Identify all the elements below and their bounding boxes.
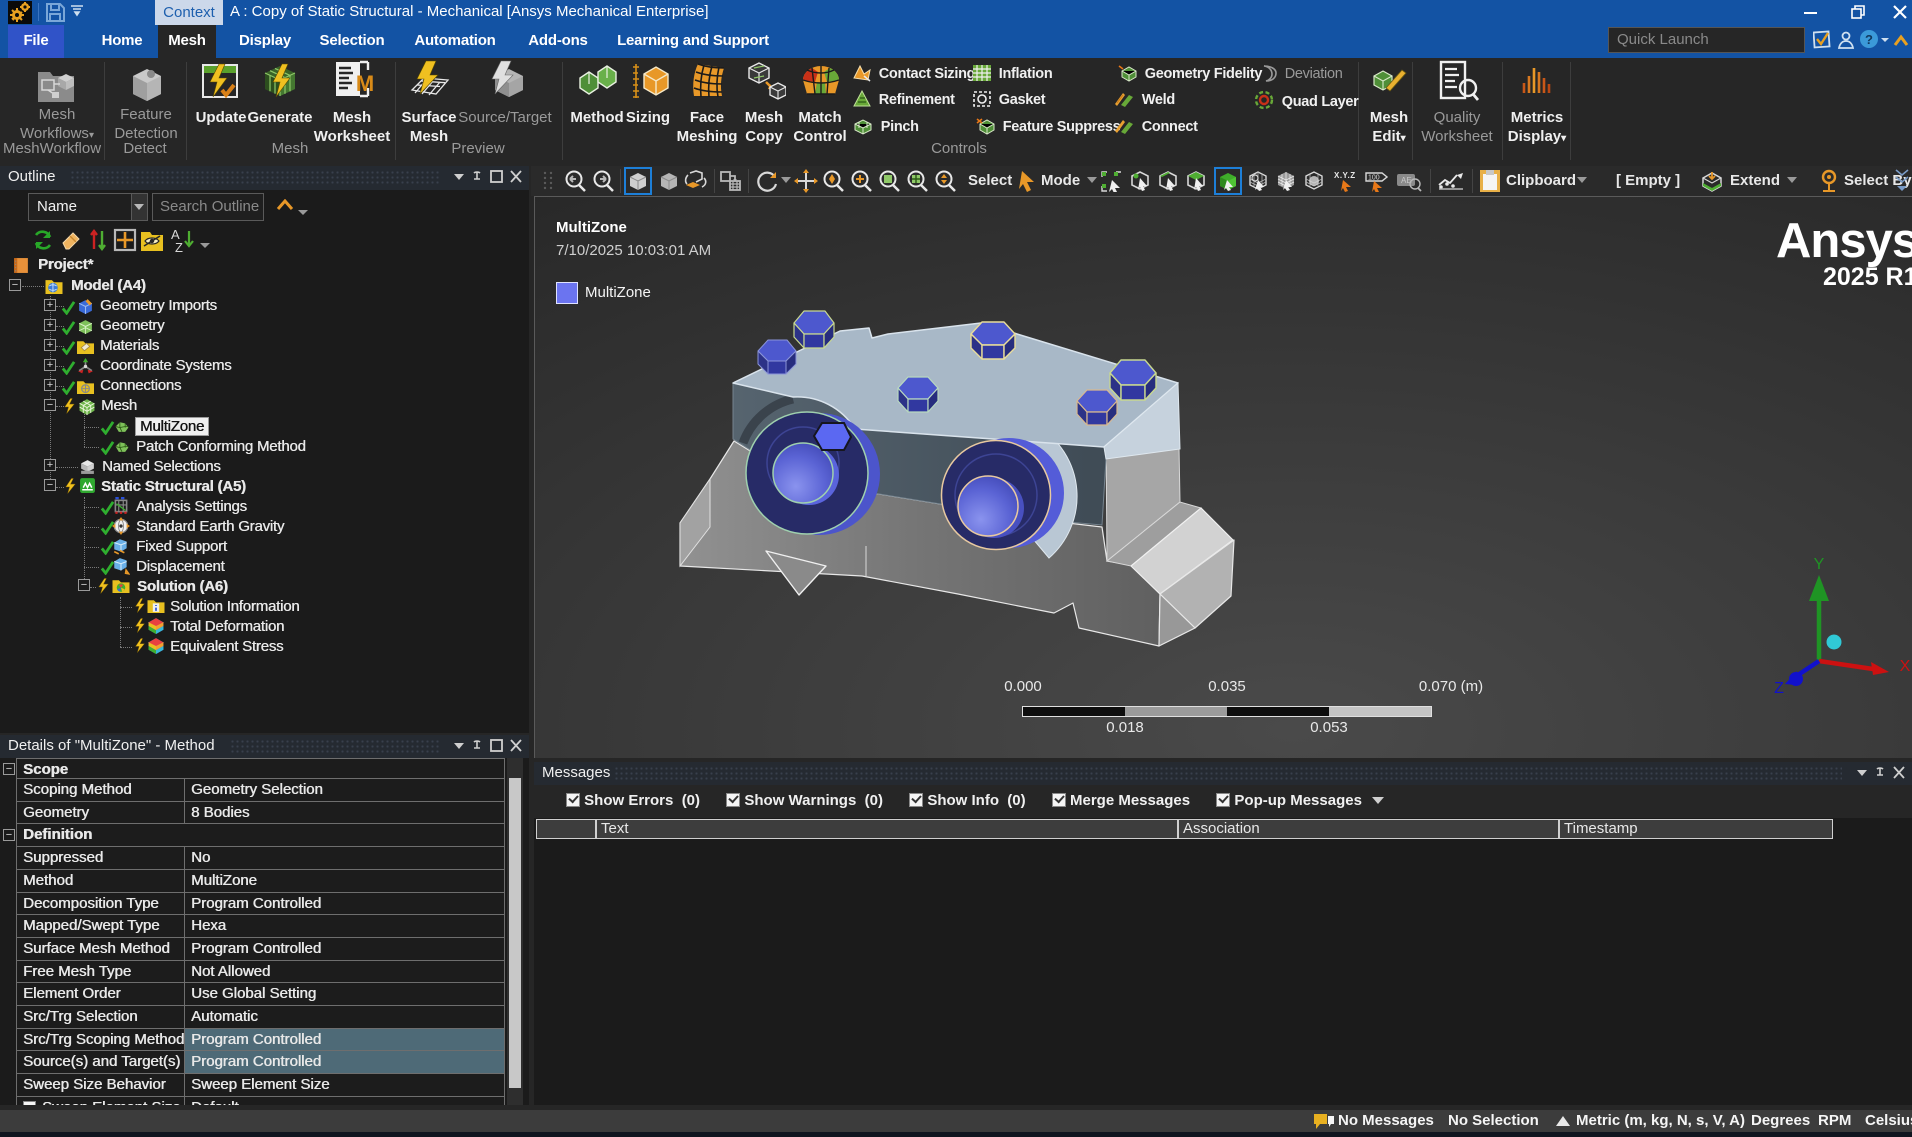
svg-text:?: ? <box>1865 32 1873 47</box>
svg-text:M: M <box>356 71 374 96</box>
svg-text:Y: Y <box>1814 557 1825 573</box>
svg-text:X: X <box>1900 658 1911 675</box>
svg-text:X.Y.Z: X.Y.Z <box>1334 171 1356 180</box>
svg-text:Z: Z <box>1774 680 1784 697</box>
svg-text:Z: Z <box>175 240 183 253</box>
svg-text:100: 100 <box>1368 175 1380 182</box>
